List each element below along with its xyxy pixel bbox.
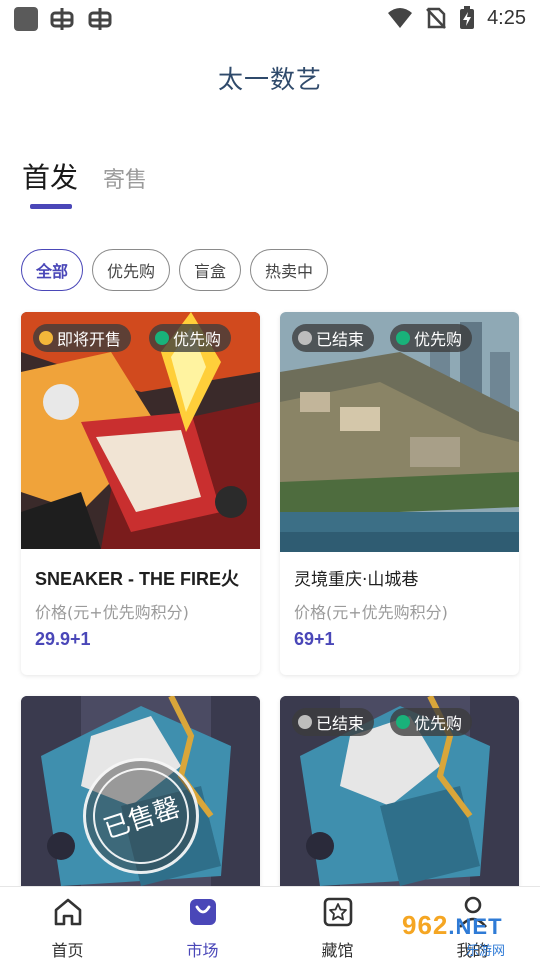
status-left [14, 6, 114, 32]
priority-badge: 优先购 [149, 324, 232, 352]
filter-priority[interactable]: 优先购 [92, 249, 171, 291]
status-badge: 已结束 [292, 324, 375, 352]
green-dot-icon [396, 715, 410, 729]
priority-badge: 优先购 [390, 708, 473, 736]
status-badge: 已结束 [292, 708, 375, 736]
green-dot-icon [155, 331, 169, 345]
sold-out-stamp: 已售罄 [80, 755, 202, 877]
filter-all[interactable]: 全部 [21, 249, 84, 291]
product-card[interactable]: 已结束 优先购 灵境重庆·山城巷 价格(元+优先购积分) 69+1 [280, 312, 519, 675]
page-title: 太一数艺 [217, 65, 322, 94]
clock: 4:25 [487, 6, 526, 29]
watermark-logo: 962.NET 乐游网 [402, 910, 506, 959]
filter-hot[interactable]: 热卖中 [250, 249, 329, 291]
nav-label: 市场 [186, 941, 219, 960]
star-box-icon [323, 897, 352, 927]
product-card[interactable]: 已结束 优先购 [280, 696, 519, 896]
price-label: 价格(元+优先购积分) [35, 603, 189, 622]
product-name: 灵境重庆·山城巷 [294, 570, 419, 590]
filter-chips: 全部 优先购 盲盒 热卖中 [21, 249, 329, 291]
wifi-icon [388, 8, 413, 28]
price-value: 69+1 [294, 629, 335, 649]
bug-icon [88, 8, 112, 30]
battery-charging-icon [460, 6, 475, 29]
clock-icon [298, 715, 312, 729]
clock-icon [39, 331, 53, 345]
green-dot-icon [396, 331, 410, 345]
tab-indicator [30, 204, 72, 209]
status-badge: 即将开售 [33, 324, 132, 352]
tab-first-release[interactable]: 首发 [22, 156, 78, 196]
status-bar: 4:25 [0, 0, 540, 38]
nav-home[interactable]: 首页 [0, 887, 135, 960]
clock-icon [298, 331, 312, 345]
no-sim-icon [426, 7, 446, 29]
nav-label: 藏馆 [321, 941, 354, 960]
product-card[interactable]: 即将开售 优先购 SNEAKER - THE FIRE火 价格(元+优先购积分)… [21, 312, 260, 675]
nav-collection[interactable]: 藏馆 [270, 887, 405, 960]
bag-icon [189, 899, 216, 925]
bug-icon [50, 8, 74, 30]
nav-market[interactable]: 市场 [135, 887, 270, 960]
notification-icon [14, 7, 38, 31]
price-value: 29.9+1 [35, 629, 91, 649]
filter-blind-box[interactable]: 盲盒 [179, 249, 242, 291]
price-label: 价格(元+优先购积分) [294, 603, 448, 622]
product-name: SNEAKER - THE FIRE火 [35, 569, 240, 589]
home-icon [54, 898, 81, 926]
status-right: 4:25 [387, 6, 526, 30]
tab-consignment[interactable]: 寄售 [103, 162, 147, 194]
nav-label: 首页 [51, 941, 84, 960]
priority-badge: 优先购 [390, 324, 473, 352]
product-card[interactable]: 已售罄 [21, 696, 260, 896]
